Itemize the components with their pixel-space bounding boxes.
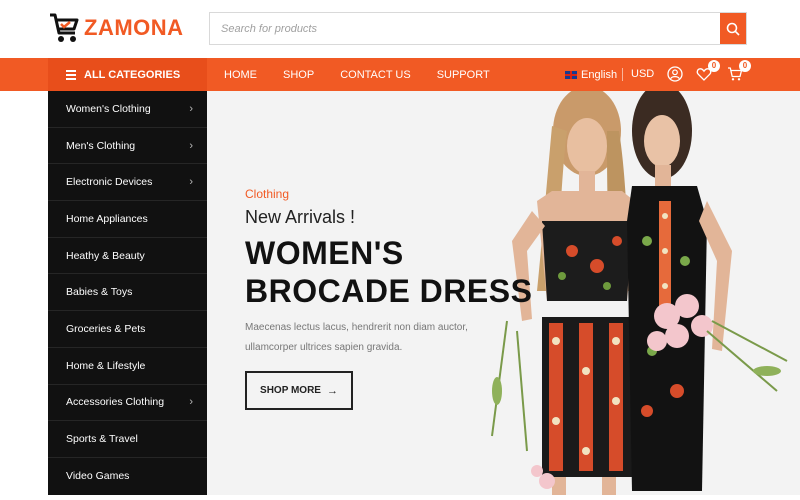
hero-subtitle: New Arrivals ! bbox=[245, 207, 356, 227]
hero-category: Clothing bbox=[245, 187, 290, 201]
shop-more-label: SHOP MORE bbox=[260, 385, 321, 396]
sidebar-item-babies-toys[interactable]: Babies & Toys bbox=[48, 274, 207, 312]
category-label: Women's Clothing bbox=[66, 102, 151, 115]
sidebar-item-home-lifestyle[interactable]: Home & Lifestyle bbox=[48, 348, 207, 385]
sidebar-item-home-appliances[interactable]: Home Appliances bbox=[48, 201, 207, 238]
search-icon bbox=[726, 22, 740, 36]
wishlist-count-badge: 0 bbox=[708, 60, 720, 72]
sidebar-item-health-beauty[interactable]: Heathy & Beauty bbox=[48, 238, 207, 275]
nav-menu: HOME SHOP CONTACT US SUPPORT bbox=[224, 58, 516, 91]
nav-divider bbox=[622, 68, 623, 81]
category-label: Groceries & Pets bbox=[66, 322, 146, 335]
category-label: Accessories Clothing bbox=[66, 396, 165, 409]
chevron-right-icon: › bbox=[189, 139, 193, 152]
hamburger-icon bbox=[66, 68, 76, 82]
nav-contact-us[interactable]: CONTACT US bbox=[340, 69, 411, 81]
hero-headline-line2: BROCADE DRESS bbox=[245, 273, 533, 309]
cart-button[interactable]: 0 bbox=[727, 60, 751, 82]
page-bottom bbox=[0, 495, 800, 500]
sidebar-item-video-games[interactable]: Video Games bbox=[48, 458, 207, 495]
category-label: Electronic Devices bbox=[66, 176, 153, 189]
category-label: Men's Clothing bbox=[66, 139, 136, 152]
user-account-button[interactable] bbox=[667, 66, 683, 82]
arrow-right-icon: → bbox=[326, 384, 338, 397]
user-icon bbox=[667, 66, 683, 82]
sidebar-item-electronic-devices[interactable]: Electronic Devices › bbox=[48, 164, 207, 202]
nav-shop[interactable]: SHOP bbox=[283, 69, 314, 81]
currency-selector[interactable]: USD bbox=[631, 58, 654, 91]
hero-text-block: Clothing New Arrivals ! WOMEN'S BROCADE … bbox=[245, 187, 532, 358]
chevron-right-icon: › bbox=[189, 176, 193, 189]
sidebar-item-groceries-pets[interactable]: Groceries & Pets bbox=[48, 311, 207, 348]
hero-headline: WOMEN'S BROCADE DRESS bbox=[245, 234, 532, 310]
category-sidebar: Women's Clothing › Men's Clothing › Elec… bbox=[48, 91, 207, 495]
category-label: Sports & Travel bbox=[66, 433, 138, 446]
uk-flag-icon bbox=[565, 70, 577, 79]
nav-support[interactable]: SUPPORT bbox=[437, 69, 490, 81]
hero-banner: Clothing New Arrivals ! WOMEN'S BROCADE … bbox=[207, 91, 800, 495]
nav-home[interactable]: HOME bbox=[224, 69, 257, 81]
shop-more-button[interactable]: SHOP MORE → bbox=[245, 371, 353, 410]
sidebar-item-accessories-clothing[interactable]: Accessories Clothing › bbox=[48, 385, 207, 422]
sidebar-item-mens-clothing[interactable]: Men's Clothing › bbox=[48, 128, 207, 165]
category-label: Home Appliances bbox=[66, 212, 148, 225]
hero-description: Maecenas lectus lacus, hendrerit non dia… bbox=[245, 318, 485, 358]
brand-name: ZAMONA bbox=[84, 15, 184, 40]
chevron-right-icon: › bbox=[189, 396, 193, 409]
hero-description-line1: Maecenas lectus lacus, hendrerit non dia… bbox=[245, 322, 468, 333]
all-categories-button[interactable]: ALL CATEGORIES bbox=[48, 58, 207, 91]
chevron-right-icon: › bbox=[189, 102, 193, 115]
shopping-cart-icon bbox=[50, 13, 79, 42]
cart-count-badge: 0 bbox=[739, 60, 751, 72]
category-label: Heathy & Beauty bbox=[66, 249, 145, 262]
site-header: ZAMONA bbox=[0, 0, 800, 58]
category-label: Babies & Toys bbox=[66, 286, 133, 299]
search-bar bbox=[209, 12, 747, 45]
category-label: Home & Lifestyle bbox=[66, 359, 146, 372]
logo[interactable]: ZAMONA bbox=[48, 10, 184, 46]
hero-headline-line1: WOMEN'S bbox=[245, 235, 404, 271]
category-label: Video Games bbox=[66, 470, 130, 483]
hero-description-line2: ullamcorper ultrices sapien gravida. bbox=[245, 342, 403, 353]
search-input[interactable] bbox=[210, 13, 720, 44]
sidebar-item-sports-travel[interactable]: Sports & Travel bbox=[48, 421, 207, 458]
search-button[interactable] bbox=[720, 13, 746, 44]
all-categories-label: ALL CATEGORIES bbox=[84, 68, 181, 81]
sidebar-item-womens-clothing[interactable]: Women's Clothing › bbox=[48, 91, 207, 128]
main-nav: ALL CATEGORIES HOME SHOP CONTACT US SUPP… bbox=[0, 58, 800, 91]
language-label: English bbox=[581, 68, 618, 81]
language-selector[interactable]: English bbox=[565, 58, 617, 91]
wishlist-button[interactable]: 0 bbox=[696, 60, 720, 82]
